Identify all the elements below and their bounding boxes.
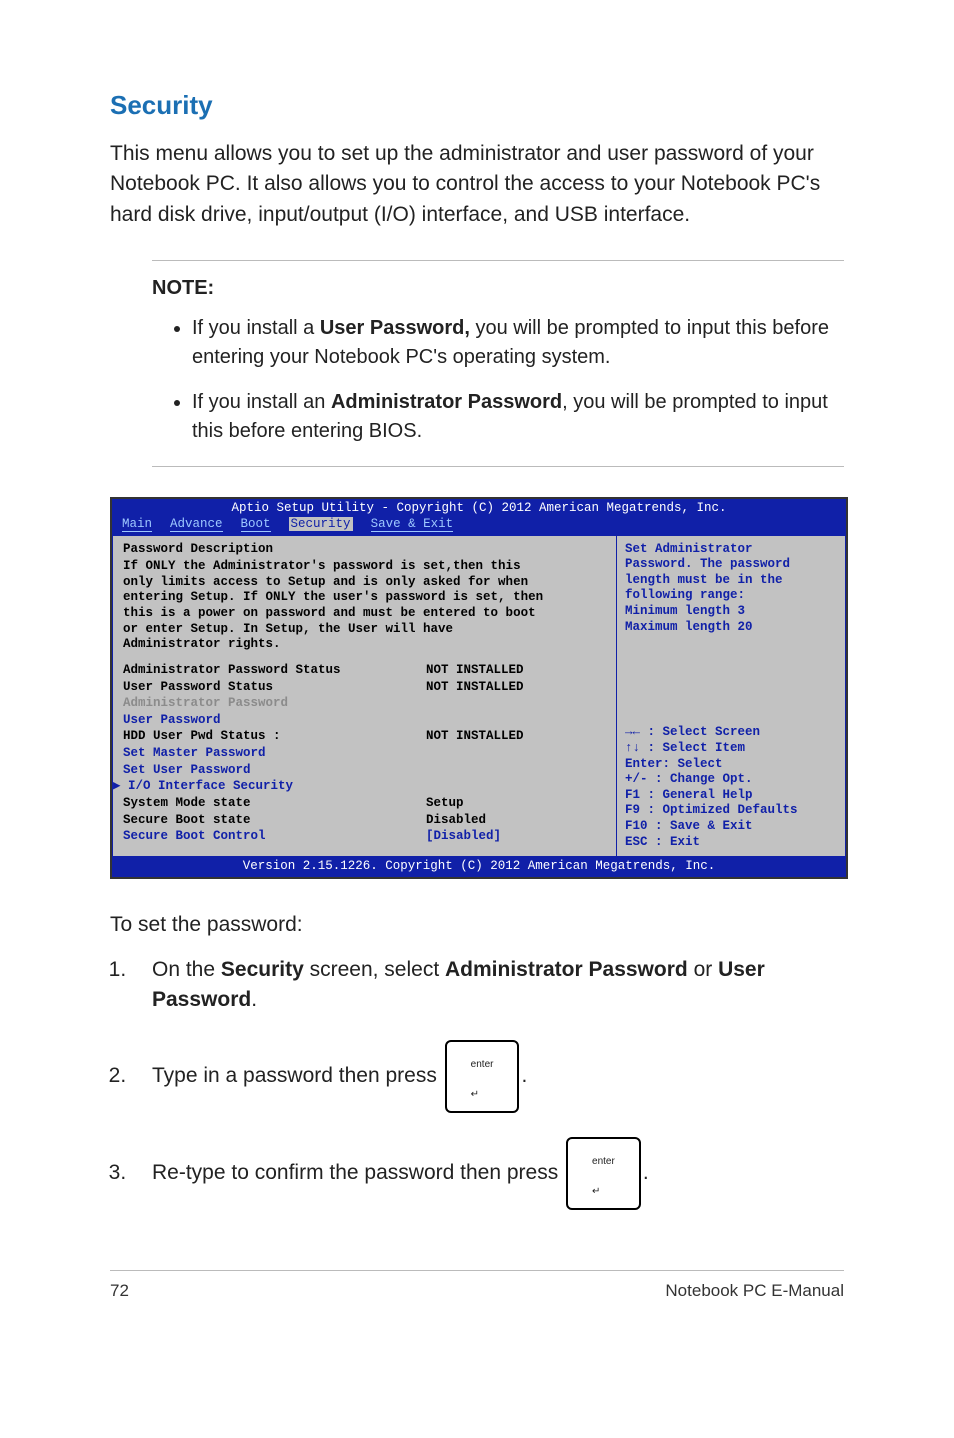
bios-shortcut-line: ESC : Exit: [625, 835, 837, 851]
bios-row: Secure Boot Control[Disabled]: [123, 829, 606, 845]
bios-help-line: Minimum length 3: [625, 604, 837, 620]
bios-menu: Main Advance Boot Security Save & Exit: [112, 517, 846, 535]
bios-shortcut-line: +/- : Change Opt.: [625, 772, 837, 788]
bios-shortcut-line: Enter: Select: [625, 757, 837, 773]
bios-row: Administrator Password: [123, 696, 606, 712]
bios-row: User Password: [123, 713, 606, 729]
bios-menu-item: Advance: [170, 517, 223, 532]
bios-shortcut-line: →← : Select Screen: [625, 725, 837, 741]
page-number: 72: [110, 1281, 129, 1301]
bios-menu-item: Security: [289, 517, 353, 531]
bios-row: ▶ I/O Interface Security: [113, 779, 606, 795]
bios-footer: Version 2.15.1226. Copyright (C) 2012 Am…: [112, 857, 846, 877]
bios-right-pane: Set AdministratorPassword. The passwordl…: [616, 535, 846, 858]
bios-row: Administrator Password StatusNOT INSTALL…: [123, 663, 606, 679]
bios-menu-item: Save & Exit: [371, 517, 454, 532]
bios-row: Set Master Password: [123, 746, 606, 762]
note-label: NOTE:: [152, 277, 844, 300]
bios-desc-body: If ONLY the Administrator's password is …: [123, 559, 553, 653]
bios-row: System Mode stateSetup: [123, 796, 606, 812]
manual-title: Notebook PC E-Manual: [665, 1281, 844, 1301]
page-footer: 72 Notebook PC E-Manual: [110, 1270, 844, 1301]
bios-row: Set User Password: [123, 763, 606, 779]
enter-keycap: enter↵: [566, 1137, 641, 1210]
enter-keycap: enter↵: [445, 1040, 520, 1113]
set-password-label: To set the password:: [110, 913, 844, 937]
note-item-2: If you install an Administrator Password…: [192, 388, 844, 446]
bios-screenshot: Aptio Setup Utility - Copyright (C) 2012…: [110, 497, 848, 879]
bios-help-line: Maximum length 20: [625, 620, 837, 636]
bios-help-line: following range:: [625, 588, 837, 604]
step-1: On the Security screen, select Administr…: [132, 955, 844, 1016]
bios-row: User Password StatusNOT INSTALLED: [123, 680, 606, 696]
bios-help-line: Password. The password: [625, 557, 837, 573]
bios-row: Secure Boot stateDisabled: [123, 813, 606, 829]
bios-shortcut-line: F9 : Optimized Defaults: [625, 803, 837, 819]
bios-left-pane: Password Description If ONLY the Adminis…: [112, 535, 616, 858]
step-3: Re-type to confirm the password then pre…: [132, 1137, 844, 1210]
bios-help-line: Set Administrator: [625, 542, 837, 558]
step-2: Type in a password then press enter↵ .: [132, 1040, 844, 1113]
bios-row: HDD User Pwd Status :NOT INSTALLED: [123, 729, 606, 745]
bios-shortcut-line: F1 : General Help: [625, 788, 837, 804]
bios-menu-item: Boot: [241, 517, 271, 532]
bios-shortcut-line: ↑↓ : Select Item: [625, 741, 837, 757]
intro-text: This menu allows you to set up the admin…: [110, 139, 844, 230]
bios-desc-title: Password Description: [123, 542, 606, 558]
bios-help-line: length must be in the: [625, 573, 837, 589]
bios-shortcut-line: F10 : Save & Exit: [625, 819, 837, 835]
page-heading: Security: [110, 90, 844, 121]
bios-title: Aptio Setup Utility - Copyright (C) 2012…: [112, 499, 846, 517]
bios-menu-item: Main: [122, 517, 152, 532]
note-item-1: If you install a User Password, you will…: [192, 314, 844, 372]
note-block: NOTE: If you install a User Password, yo…: [152, 260, 844, 467]
